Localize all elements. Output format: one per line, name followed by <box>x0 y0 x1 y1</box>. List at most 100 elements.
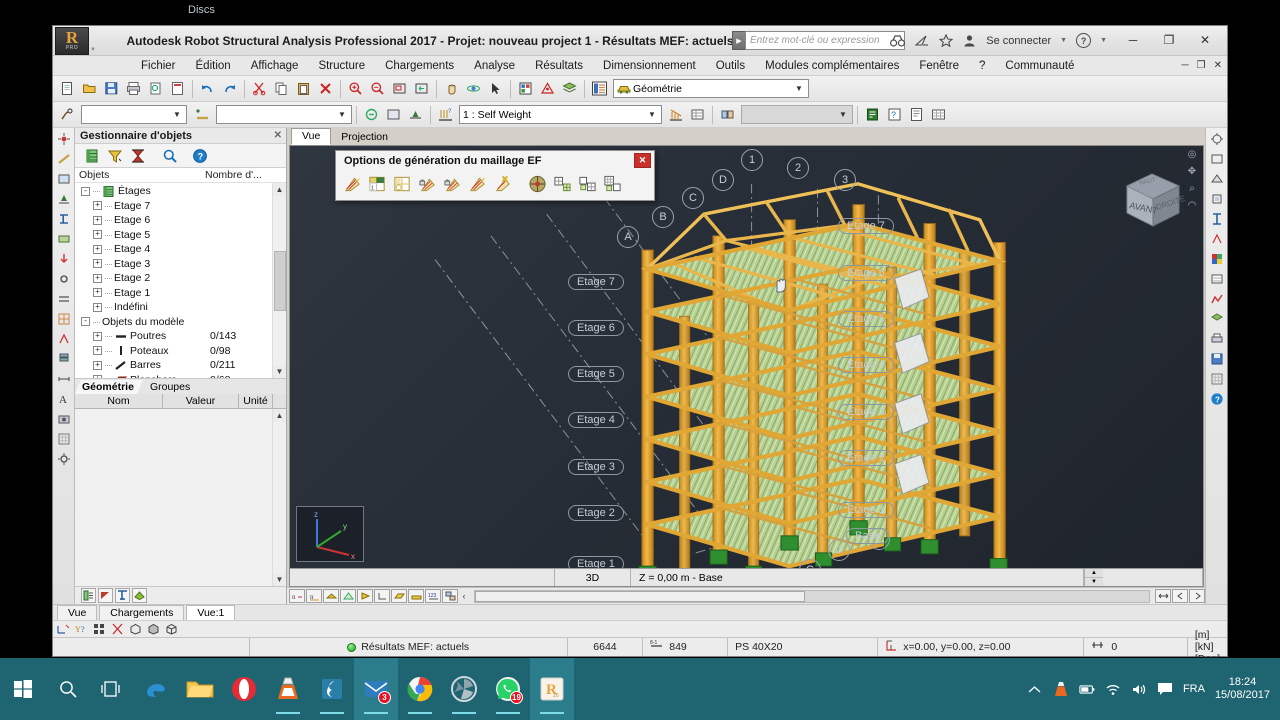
level-label-right-etage4[interactable]: Etage 4 <box>838 357 894 373</box>
volume-icon[interactable] <box>1131 681 1147 697</box>
action-center-icon[interactable] <box>1157 681 1173 697</box>
save-icon[interactable] <box>101 78 122 99</box>
print-icon[interactable] <box>123 78 144 99</box>
right-rail-table-icon[interactable] <box>1208 270 1226 287</box>
tree-row[interactable]: + ···· Etage 1 <box>75 286 272 301</box>
chevron-up-icon[interactable] <box>1027 681 1043 697</box>
right-rail-save-icon[interactable] <box>1208 350 1226 367</box>
viewport-canvas[interactable]: 1 2 3 D C B A E D C B A 2 1 <box>289 145 1204 587</box>
scroll-up-icon[interactable]: ▲ <box>273 409 286 422</box>
help-icon[interactable]: ? <box>191 147 209 165</box>
menu-item-analyse[interactable]: Analyse <box>464 57 525 75</box>
node-tool-icon[interactable] <box>57 104 78 125</box>
delete-icon[interactable] <box>315 78 336 99</box>
wireframe-view-icon[interactable] <box>164 622 179 636</box>
mesh-delete-icon[interactable] <box>467 173 488 194</box>
doc-restore-button[interactable]: ❐ <box>1196 60 1207 71</box>
right-rail-grid-icon[interactable] <box>1208 370 1226 387</box>
view-type-combo[interactable]: Géométrie ▼ <box>613 79 809 98</box>
mesh-detail-icon[interactable] <box>602 173 623 194</box>
taskbar-search-icon[interactable] <box>46 658 90 720</box>
view-prev-icon[interactable] <box>1172 589 1188 603</box>
view-mode-icon[interactable] <box>589 78 610 99</box>
zoom-out-icon[interactable] <box>367 78 388 99</box>
rail-bar-icon[interactable] <box>55 150 73 167</box>
tree-row[interactable]: - ···· Objets du modèle <box>75 315 272 330</box>
paste-icon[interactable] <box>293 78 314 99</box>
grid-toggle-icon[interactable] <box>92 622 107 636</box>
right-rail-color-icon[interactable] <box>1208 250 1226 267</box>
material-view-icon[interactable] <box>132 588 147 603</box>
tree-expand-icon[interactable]: + <box>93 215 102 225</box>
rail-load-icon[interactable] <box>55 250 73 267</box>
horizontal-scrollbar[interactable] <box>474 589 1150 603</box>
taskbar-vlc-icon[interactable] <box>266 658 310 720</box>
calculations-icon[interactable] <box>862 104 883 125</box>
grid-bubble-d-bottom[interactable]: D <box>828 539 850 561</box>
tree-expand-icon[interactable]: + <box>93 273 102 283</box>
close-button[interactable]: ✕ <box>1187 28 1223 52</box>
sign-in-caret-icon[interactable]: ▼ <box>1060 37 1067 44</box>
tree-expand-icon[interactable]: + <box>93 288 102 298</box>
bar-combo[interactable]: ▼ <box>216 105 352 124</box>
tree-row[interactable]: + ···· Barres 0/211 <box>75 358 272 373</box>
chevron-down-icon[interactable]: ▼ <box>792 84 806 93</box>
scroll-left-icon[interactable]: ‹ <box>459 591 469 601</box>
binoculars-icon[interactable] <box>890 33 906 48</box>
grid-bubble-2[interactable]: 2 <box>787 157 809 179</box>
property-scrollbar[interactable]: ▲ ▼ <box>272 409 286 586</box>
tree-row[interactable]: + ···· Etage 5 <box>75 228 272 243</box>
bottom-tab-vue[interactable]: Vue <box>57 604 98 621</box>
model-3d-scene[interactable]: 1 2 3 D C B A E D C B A 2 1 <box>290 146 1203 586</box>
tree-scrollbar[interactable]: ▲ ▼ <box>272 183 286 378</box>
right-rail-diagram-icon[interactable] <box>1208 290 1226 307</box>
view-fit-icon[interactable] <box>1155 589 1171 603</box>
undo-icon[interactable] <box>197 78 218 99</box>
right-rail-view-icon[interactable] <box>1208 130 1226 147</box>
rail-material-icon[interactable] <box>55 230 73 247</box>
taskbar-opera-icon[interactable] <box>222 658 266 720</box>
structure-3d-model[interactable] <box>290 146 1203 586</box>
mesh-options-icon[interactable]: 1 <box>367 173 388 194</box>
search-dropdown-icon[interactable]: ▶ <box>732 31 745 50</box>
menu-item-modules[interactable]: Modules complémentaires <box>755 57 909 75</box>
star-icon[interactable] <box>938 33 953 48</box>
scroll-up-icon[interactable]: ▲ <box>273 183 286 196</box>
wifi-icon[interactable] <box>1105 681 1121 697</box>
mesh-local-options-icon[interactable] <box>392 173 413 194</box>
menu-item-dimensionnement[interactable]: Dimensionnement <box>593 57 706 75</box>
view-next-icon[interactable] <box>1189 589 1205 603</box>
help-caret-icon[interactable]: ▼ <box>1100 37 1107 44</box>
rail-dimension-icon[interactable] <box>55 370 73 387</box>
tree-collapse-icon[interactable]: - <box>81 317 90 327</box>
level-label-right-etage6[interactable]: Etage 6 <box>838 265 894 281</box>
user-account-icon[interactable] <box>962 33 977 48</box>
zoom-window-icon[interactable] <box>389 78 410 99</box>
cut-icon[interactable] <box>249 78 270 99</box>
level-label-left-etage3[interactable]: Etage 3 <box>568 459 624 475</box>
taskbar-camtasia-icon[interactable] <box>442 658 486 720</box>
menu-item-fenetre[interactable]: Fenêtre <box>909 57 969 75</box>
mesh-panel-icon[interactable] <box>552 173 573 194</box>
tree-row[interactable]: + ···· Etage 2 <box>75 271 272 286</box>
chevron-down-icon[interactable]: ▼ <box>170 110 184 119</box>
tree-row[interactable]: + ···· Etage 3 <box>75 257 272 272</box>
tree-expand-icon[interactable]: + <box>93 302 102 312</box>
rail-section-icon[interactable] <box>55 210 73 227</box>
property-table-body[interactable]: ▲ ▼ <box>75 409 286 586</box>
right-rail-shrink-icon[interactable] <box>1208 190 1226 207</box>
level-label-right-base[interactable]: Base <box>846 528 890 544</box>
pan-icon[interactable] <box>441 78 462 99</box>
mesh-clear-icon[interactable] <box>492 173 513 194</box>
viewport-tab-vue[interactable]: Vue <box>291 128 332 145</box>
tree-expand-icon[interactable]: + <box>93 346 102 356</box>
structure-view-icon[interactable] <box>81 588 96 603</box>
tab-groupes[interactable]: Groupes <box>143 380 199 394</box>
grid-bubble-b-top[interactable]: B <box>652 206 674 228</box>
tree-expand-icon[interactable]: + <box>93 375 102 378</box>
level-label-left-etage6[interactable]: Etage 6 <box>568 320 624 336</box>
sign-in-button[interactable]: Se connecter <box>986 35 1051 47</box>
node-combo[interactable]: ▼ <box>81 105 187 124</box>
level-label-right-etage1[interactable]: Etage 1 <box>838 502 894 518</box>
rail-text-icon[interactable]: A <box>55 390 73 407</box>
